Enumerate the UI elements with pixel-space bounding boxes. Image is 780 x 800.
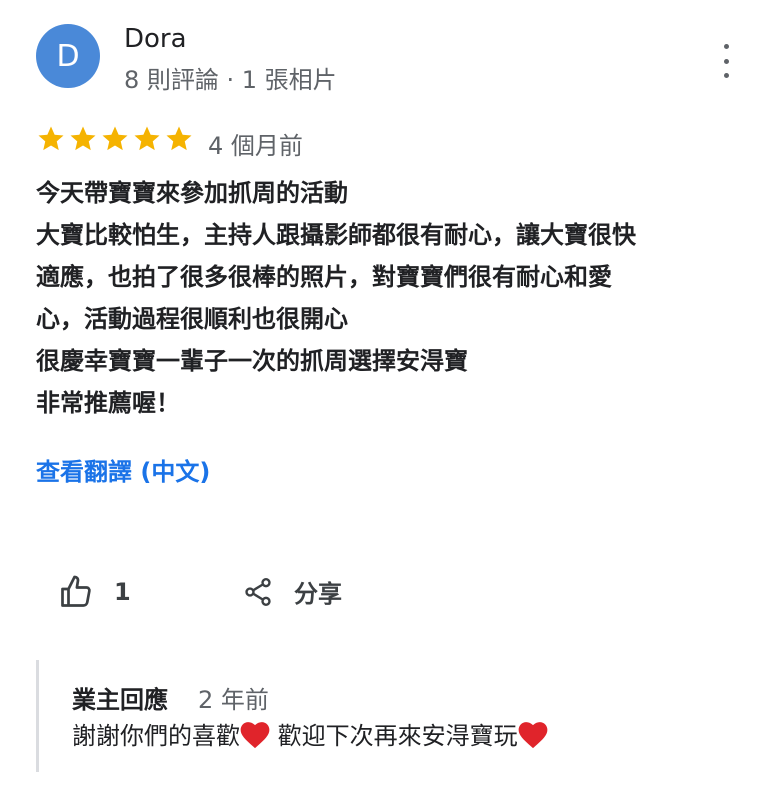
translate-link[interactable]: 查看翻譯 (中文): [36, 452, 210, 487]
share-label: 分享: [294, 580, 342, 608]
review-text-line: 適應，也拍了很多很棒的照片，對寶寶們很有耐心和愛: [36, 263, 612, 291]
like-button[interactable]: 1: [58, 574, 131, 610]
review-text-line: 大寶比較怕生，主持人跟攝影師都很有耐心，讓大寶很快: [36, 221, 636, 249]
star-icon: [70, 126, 96, 151]
star-icon: [166, 126, 192, 151]
author-name[interactable]: Dora: [124, 24, 187, 54]
heart-icon: [240, 722, 270, 749]
reply-divider: [36, 660, 39, 772]
review-text: 今天帶寶寶來參加抓周的活動 大寶比較怕生，主持人跟攝影師都很有耐心，讓大寶很快 …: [36, 172, 746, 424]
share-button[interactable]: 分享: [242, 574, 342, 609]
review-text-line: 心，活動過程很順利也很開心: [36, 305, 348, 333]
like-count: 1: [114, 578, 131, 606]
heart-icon: [518, 722, 548, 749]
author-meta: 8 則評論 · 1 張相片: [124, 66, 337, 94]
owner-reply-text-part: 謝謝你們的喜歡: [72, 722, 240, 750]
star-icon: [102, 126, 128, 151]
review-text-line: 很慶幸寶寶一輩子一次的抓周選擇安淂寶: [36, 347, 468, 375]
avatar[interactable]: D: [36, 24, 100, 88]
owner-reply-text-part: 歡迎下次再來安淂寶玩: [270, 722, 518, 750]
review-date: 4 個月前: [208, 132, 303, 160]
review-text-line: 今天帶寶寶來參加抓周的活動: [36, 179, 348, 207]
more-options-icon[interactable]: [714, 44, 738, 78]
star-rating: [36, 124, 194, 154]
star-icon: [134, 126, 160, 151]
thumbs-up-icon: [61, 575, 91, 607]
owner-reply-text: 謝謝你們的喜歡 歡迎下次再來安淂寶玩: [72, 716, 548, 751]
owner-reply-date: 2 年前: [198, 686, 269, 714]
owner-reply-title: 業主回應: [72, 686, 168, 714]
star-icon: [38, 126, 64, 151]
share-icon: [245, 577, 271, 606]
review-text-line: 非常推薦喔！: [36, 389, 180, 417]
